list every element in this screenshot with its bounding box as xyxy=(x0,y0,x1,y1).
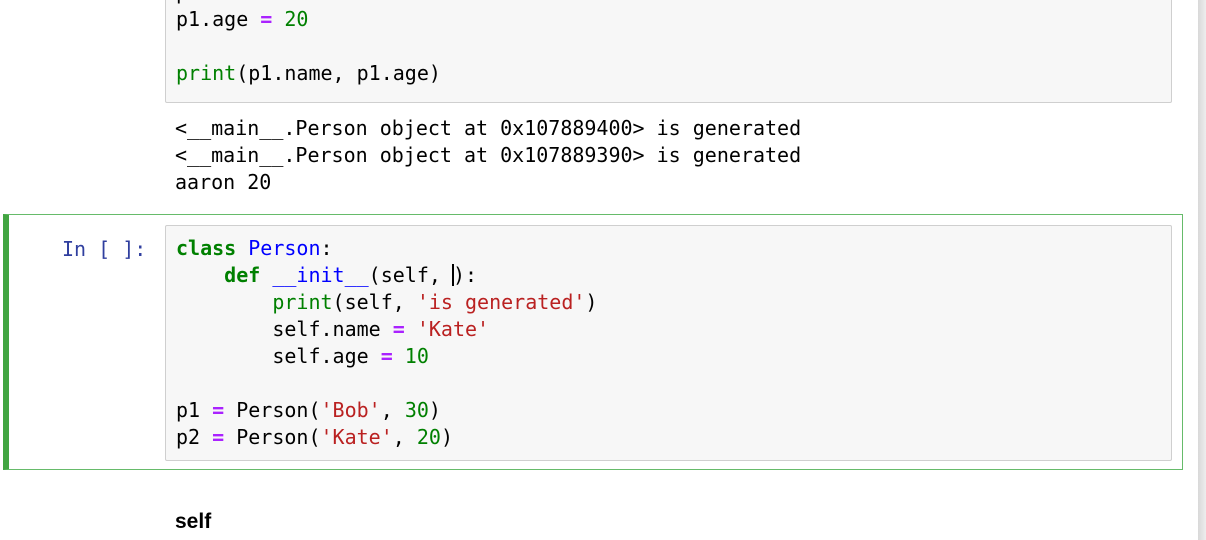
code-token: print xyxy=(272,290,333,314)
previous-code-lines: p1.name = 'aaron' p1.age = 20 print(p1.nam… xyxy=(176,0,441,87)
code-token: print xyxy=(176,61,237,85)
code-token: ) xyxy=(440,425,453,449)
code-token: : xyxy=(320,236,333,260)
code-token: , xyxy=(392,425,417,449)
code-line: p1.age = 20 xyxy=(176,6,441,33)
code-token: , xyxy=(380,398,405,422)
code-token: p1.name xyxy=(176,0,272,4)
code-token: 20 xyxy=(416,425,441,449)
code-token: = xyxy=(260,7,273,31)
code-token: Person( xyxy=(224,425,321,449)
code-line: def __init__(self, ): xyxy=(176,262,597,289)
code-token: ) xyxy=(428,398,441,422)
code-token: 'Kate' xyxy=(416,317,490,341)
code-token: __init__ xyxy=(272,263,369,287)
code-token: = xyxy=(212,398,225,422)
active-code-input[interactable]: class Person: def __init__(self, ): prin… xyxy=(165,225,1172,461)
code-token: self.age xyxy=(176,344,381,368)
code-token: = xyxy=(392,317,405,341)
code-line: p2 = Person('Kate', 20) xyxy=(176,424,597,451)
code-token: p1 xyxy=(176,398,213,422)
output-line: aaron 20 xyxy=(175,170,272,194)
previous-code-input[interactable]: p1.name = 'aaron' p1.age = 20 print(p1.nam… xyxy=(165,0,1172,103)
code-token: p2 xyxy=(176,425,213,449)
output-line: <__main__.Person object at 0x107889400> … xyxy=(175,116,802,140)
code-token: 'Bob' xyxy=(320,398,381,422)
code-token: ) xyxy=(585,290,598,314)
code-token: Person( xyxy=(224,398,321,422)
notebook-container: p1.name = 'aaron'p1.age = 20print(p1.nam… xyxy=(0,0,1198,540)
code-token: 20 xyxy=(284,7,309,31)
code-token: ): xyxy=(452,263,478,287)
code-token: def xyxy=(224,263,261,287)
code-token: (self, xyxy=(332,290,417,314)
code-token: class xyxy=(176,236,237,260)
active-code-lines: class Person: def __init__(self, ): prin… xyxy=(176,235,597,451)
code-token: 'aaron' xyxy=(296,0,380,4)
code-token: 'is generated' xyxy=(416,290,586,314)
code-token: 30 xyxy=(404,398,429,422)
output-line: <__main__.Person object at 0x107889390> … xyxy=(175,143,802,167)
input-prompt: In [ ]: xyxy=(62,237,147,261)
markdown-heading: self xyxy=(175,510,212,533)
code-line: self.name = 'Kate' xyxy=(176,316,597,343)
code-token: 'Kate' xyxy=(320,425,393,449)
code-token: Person xyxy=(248,236,321,260)
code-line: class Person: xyxy=(176,235,597,262)
code-token: (self, xyxy=(368,263,453,287)
code-token: = xyxy=(380,344,393,368)
code-token: 10 xyxy=(404,344,429,368)
code-token: = xyxy=(212,425,225,449)
code-line: p1 = Person('Bob', 30) xyxy=(176,397,597,424)
code-token: self.name xyxy=(176,317,393,341)
code-line: print(self, 'is generated') xyxy=(176,289,597,316)
code-line: print(p1.name, p1.age) xyxy=(176,60,441,87)
code-token: (p1.name, p1.age) xyxy=(236,61,441,85)
cell-output: <__main__.Person object at 0x107889400> … xyxy=(175,115,801,196)
scroll-edge xyxy=(1198,0,1206,540)
code-line: self.age = 10 xyxy=(176,343,597,370)
code-token: = xyxy=(272,0,284,4)
code-token: p1.age xyxy=(176,7,261,31)
